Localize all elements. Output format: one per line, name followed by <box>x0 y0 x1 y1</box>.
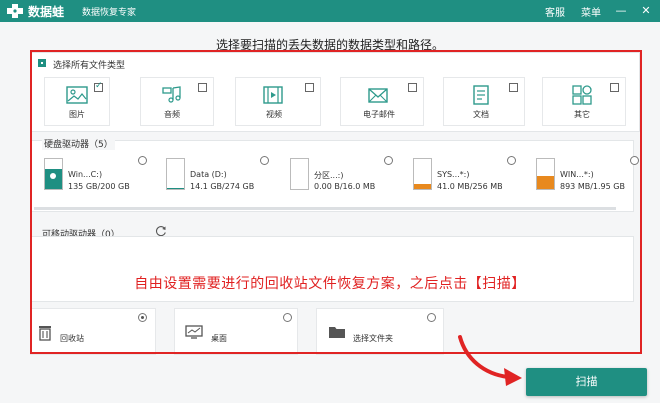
select-folder-radio[interactable] <box>427 313 436 322</box>
app-name: 数据蛙 <box>28 5 65 19</box>
drive-item[interactable]: Data (D:) 14.1 GB/274 GB <box>160 150 280 200</box>
drive-icon <box>166 158 185 190</box>
drive-size: 0.00 B/16.0 MB <box>314 182 376 191</box>
drive-icon <box>290 158 309 190</box>
other-checkbox[interactable] <box>610 83 619 92</box>
file-type-image[interactable]: 图片 <box>44 77 110 126</box>
drive-size: 14.1 GB/274 GB <box>190 182 255 191</box>
recycle-bin-icon <box>39 326 51 341</box>
page-heading: 选择要扫描的丢失数据的数据类型和路径。 <box>215 38 444 52</box>
app-subtitle: 数据恢复专家 <box>82 8 137 18</box>
desktop-icon <box>185 325 203 339</box>
file-type-label: 视频 <box>266 110 282 119</box>
file-type-document[interactable]: 文档 <box>443 77 525 126</box>
file-type-label: 图片 <box>69 110 85 119</box>
location-select-folder[interactable]: 选择文件夹 <box>316 308 444 355</box>
video-icon <box>263 86 283 104</box>
document-icon <box>473 85 489 105</box>
hard-drive-title: 硬盘驱动器（5） <box>42 137 115 150</box>
app-logo-icon <box>7 4 23 18</box>
pointer-arrow-icon <box>458 335 522 386</box>
drive-name: 分区...:) <box>314 171 344 180</box>
minimize-button[interactable]: — <box>612 2 630 20</box>
drive-item[interactable]: WIN...*:) 893 MB/1.95 GB <box>530 150 650 200</box>
drive-icon <box>413 158 432 190</box>
drive-usage-fill <box>167 187 184 189</box>
drive-icon <box>44 158 63 190</box>
desktop-radio[interactable] <box>283 313 292 322</box>
drive-name: Data (D:) <box>190 170 227 179</box>
drive-item[interactable]: Win...C:) 135 GB/200 GB <box>38 150 158 200</box>
file-type-label: 电子邮件 <box>363 110 395 119</box>
drive-scrollbar[interactable] <box>34 207 616 210</box>
location-label: 选择文件夹 <box>353 334 393 343</box>
title-bar: 数据蛙 数据恢复专家 客服 菜单 — ✕ <box>0 0 660 22</box>
email-icon <box>368 88 388 103</box>
file-type-label: 其它 <box>574 110 590 119</box>
file-type-other[interactable]: 其它 <box>542 77 626 126</box>
email-checkbox[interactable] <box>408 83 417 92</box>
drive-usage-fill <box>414 184 431 189</box>
close-button[interactable]: ✕ <box>637 2 655 20</box>
drive-radio[interactable] <box>630 156 639 165</box>
drive-item[interactable]: 分区...:) 0.00 B/16.0 MB <box>284 150 404 200</box>
select-all-checkbox[interactable] <box>38 59 46 67</box>
drive-radio[interactable] <box>507 156 516 165</box>
other-icon <box>572 85 592 105</box>
document-checkbox[interactable] <box>509 83 518 92</box>
image-checkbox[interactable] <box>94 81 103 92</box>
drive-size: 135 GB/200 GB <box>68 182 130 191</box>
drive-radio[interactable] <box>260 156 269 165</box>
drive-item[interactable]: SYS...*:) 41.0 MB/256 MB <box>407 150 527 200</box>
file-type-label: 音频 <box>164 110 180 119</box>
scan-button[interactable]: 扫描 <box>526 368 647 396</box>
drive-dot-icon <box>50 173 56 179</box>
file-type-audio[interactable]: 音频 <box>140 77 214 126</box>
file-type-label: 文档 <box>473 110 489 119</box>
drive-radio[interactable] <box>384 156 393 165</box>
file-type-video[interactable]: 视频 <box>235 77 321 126</box>
annotation-text: 自由设置需要进行的回收站文件恢复方案，之后点击【扫描】 <box>134 276 526 292</box>
drive-icon <box>536 158 555 190</box>
audio-checkbox[interactable] <box>198 83 207 92</box>
file-type-email[interactable]: 电子邮件 <box>340 77 424 126</box>
drive-size: 893 MB/1.95 GB <box>560 182 625 191</box>
location-recycle-bin[interactable]: 回收站 <box>30 308 156 355</box>
location-label: 桌面 <box>211 334 227 343</box>
location-label: 回收站 <box>60 334 84 343</box>
drive-size: 41.0 MB/256 MB <box>437 182 503 191</box>
drive-radio[interactable] <box>138 156 147 165</box>
select-all-label: 选择所有文件类型 <box>53 61 126 71</box>
audio-icon <box>162 86 181 103</box>
service-link[interactable]: 客服 <box>545 4 565 19</box>
location-desktop[interactable]: 桌面 <box>174 308 298 355</box>
recycle-bin-radio[interactable] <box>138 313 147 322</box>
folder-icon <box>329 327 345 338</box>
drive-usage-fill <box>537 175 554 189</box>
image-icon <box>66 86 88 104</box>
video-checkbox[interactable] <box>305 83 314 92</box>
drive-name: SYS...*:) <box>437 170 470 179</box>
drive-name: WIN...*:) <box>560 170 594 179</box>
menu-link[interactable]: 菜单 <box>581 4 601 19</box>
drive-name: Win...C:) <box>68 170 103 179</box>
